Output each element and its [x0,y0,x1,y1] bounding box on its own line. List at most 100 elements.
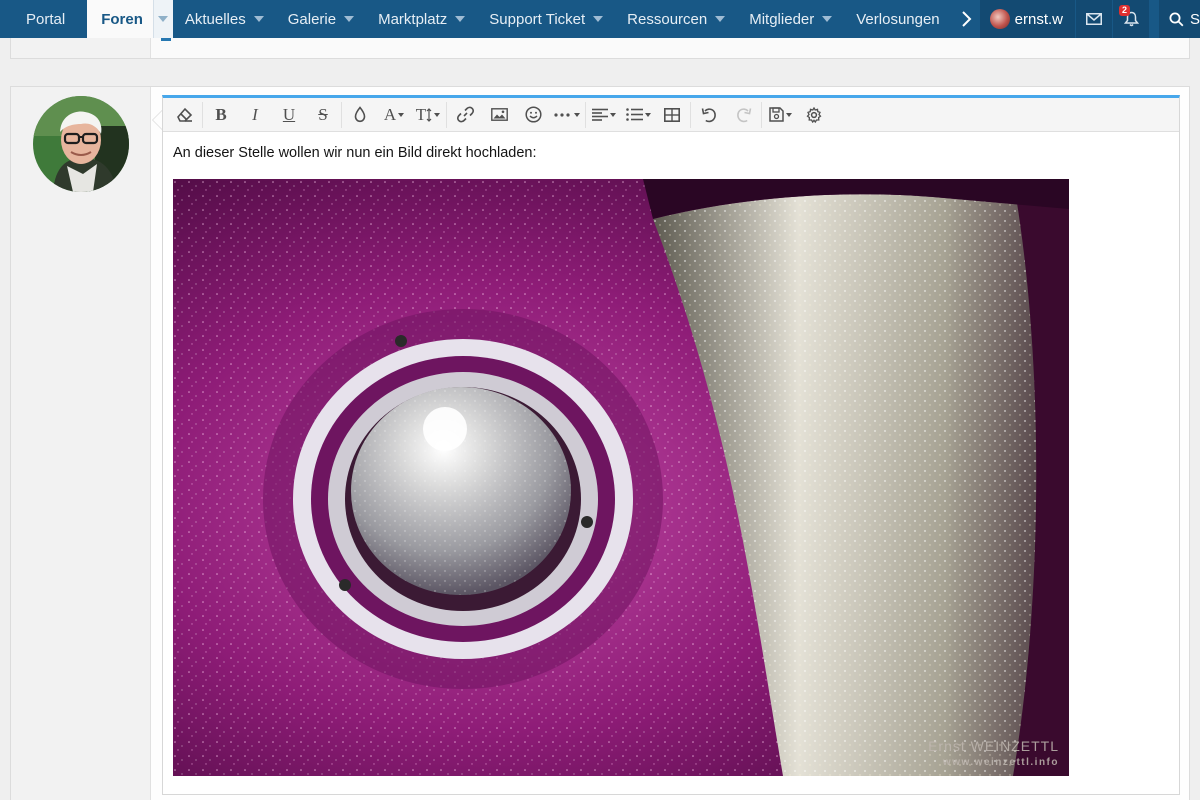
toolbar-separator [761,101,762,128]
more-options-dropdown[interactable] [550,100,584,130]
tab-ressourcen[interactable]: Ressourcen [615,0,737,38]
redo-button[interactable] [726,100,760,130]
toolbar-separator [202,101,203,128]
underline-icon: U [282,104,296,124]
search-button[interactable]: Suche [1159,0,1200,38]
tab-dropdown-toggle[interactable] [152,0,173,38]
tab-label: Foren [101,10,143,28]
watermark-url: www.weinzettl.info [942,757,1059,768]
nav-scroll-right[interactable] [952,0,978,38]
align-dropdown[interactable] [587,100,621,130]
chevron-down-icon[interactable] [344,16,355,22]
link-icon [456,106,474,123]
search-label: Suche [1190,10,1200,28]
chevron-down-icon[interactable] [253,16,264,22]
uploaded-image[interactable]: Ernst WEINZETTL www.weinzettl.info [173,179,1069,776]
search-icon [1169,12,1184,26]
tab-label: Portal [26,10,66,28]
gear-icon [806,106,822,123]
toolbar-separator [446,101,447,128]
smilie-icon [524,106,542,123]
tab-aktuelles[interactable]: Aktuelles [173,0,276,38]
align-left-icon [592,108,608,121]
toolbar-separator [690,101,691,128]
chevron-down-icon[interactable] [455,16,466,22]
tab-foren[interactable]: Foren [87,0,173,38]
redo-icon [736,107,751,122]
tab-mitglieder[interactable]: Mitglieder [737,0,844,38]
watermark-name: Ernst WEINZETTL [928,738,1059,754]
chevron-down-icon [158,16,169,22]
tab-label: Verlosungen [856,10,940,28]
top-navigation: Portal Foren Aktuelles Galerie Marktplat… [0,0,1200,38]
tab-galerie[interactable]: Galerie [276,0,366,38]
eraser-icon [176,107,192,122]
editor-content[interactable]: An dieser Stelle wollen wir nun ein Bild… [163,132,1179,776]
tab-label: Support Ticket [489,10,586,28]
username: ernst.w [1014,10,1064,28]
table-icon [664,107,680,122]
previous-post-user-column [11,38,151,58]
user-menu[interactable]: ernst.w [979,0,1076,38]
strikethrough-icon: S [318,104,328,124]
italic-button[interactable]: I [238,100,272,130]
rich-text-editor[interactable]: B I U S A T An dieser Stelle wollen wir … [162,95,1180,795]
user-area: ernst.w 2 Suche [979,0,1200,38]
caret-down-icon [610,112,616,117]
caret-down-icon [785,112,792,117]
avatar[interactable] [33,96,129,192]
user-avatar-image [33,96,129,192]
tab-label: Mitglieder [749,10,815,28]
undo-button[interactable] [692,100,726,130]
chevron-down-icon[interactable] [822,16,833,22]
strikethrough-button[interactable]: S [306,100,340,130]
editor-toolbar: B I U S A T [163,98,1179,132]
save-draft-icon [768,107,784,122]
more-icon [554,112,570,117]
notification-badge: 2 [1119,5,1131,16]
chevron-right-icon [961,11,972,27]
toolbar-separator [341,101,342,128]
inbox-button[interactable] [1075,0,1113,38]
italic-icon: I [252,104,258,124]
chevron-down-icon[interactable] [715,16,726,22]
droplet-icon [354,106,366,123]
undo-icon [701,107,716,122]
caret-down-icon [434,112,441,117]
size-arrows-icon [426,107,432,122]
image-icon [490,108,508,121]
tab-label: Ressourcen [627,10,708,28]
insert-image-button[interactable] [482,100,516,130]
editor-settings-button[interactable] [797,100,831,130]
insert-smilie-button[interactable] [516,100,550,130]
tab-support-ticket[interactable]: Support Ticket [477,0,615,38]
insert-link-button[interactable] [448,100,482,130]
text-size-icon: T [415,104,427,124]
text-color-button[interactable] [343,100,377,130]
reply-user-column [11,87,151,800]
insert-table-button[interactable] [655,100,689,130]
list-icon [625,108,643,121]
caret-down-icon [574,112,580,117]
tab-verlosungen[interactable]: Verlosungen [844,0,951,38]
list-dropdown[interactable] [621,100,655,130]
editor-paragraph: An dieser Stelle wollen wir nun ein Bild… [173,145,537,161]
tab-label: Aktuelles [184,10,246,28]
quick-reply: B I U S A T An dieser Stelle wollen wir … [10,86,1190,800]
caret-down-icon [644,112,651,117]
avatar [989,9,1010,29]
caret-down-icon [398,112,405,117]
alerts-button[interactable]: 2 [1112,0,1150,38]
underline-button[interactable]: U [272,100,306,130]
bold-button[interactable]: B [204,100,238,130]
drafts-dropdown[interactable] [763,100,797,130]
headlight-photo [173,179,1069,776]
tab-portal[interactable]: Portal [0,0,87,38]
tab-marktplatz[interactable]: Marktplatz [366,0,477,38]
font-family-dropdown[interactable]: A [377,100,411,130]
chevron-down-icon[interactable] [593,16,604,22]
tab-label: Marktplatz [378,10,448,28]
font-size-dropdown[interactable]: T [411,100,445,130]
remove-format-button[interactable] [167,100,201,130]
previous-post [10,35,1190,59]
